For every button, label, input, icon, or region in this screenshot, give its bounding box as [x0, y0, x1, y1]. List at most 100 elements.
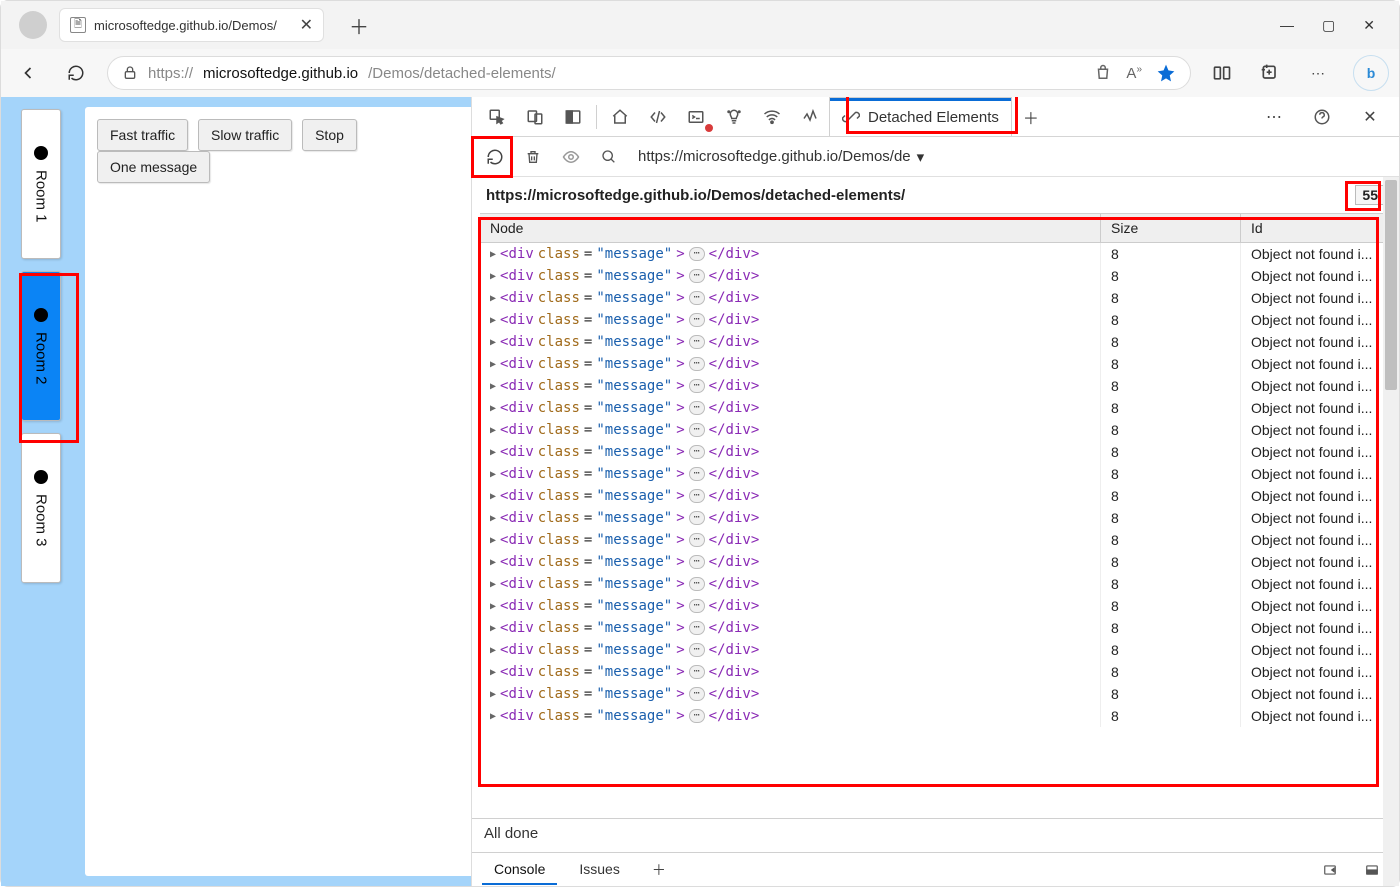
expand-triangle-icon[interactable]: ▶ [490, 711, 496, 722]
sources-tab-icon[interactable] [715, 100, 753, 134]
expand-triangle-icon[interactable]: ▶ [490, 359, 496, 370]
ellipsis-icon[interactable]: ⋯ [689, 401, 705, 415]
ellipsis-icon[interactable]: ⋯ [689, 555, 705, 569]
table-row[interactable]: ▶<div class="message">⋯</div>8Object not… [480, 573, 1391, 595]
ellipsis-icon[interactable]: ⋯ [689, 687, 705, 701]
table-row[interactable]: ▶<div class="message">⋯</div>8Object not… [480, 639, 1391, 661]
device-emulation-icon[interactable] [516, 100, 554, 134]
table-row[interactable]: ▶<div class="message">⋯</div>8Object not… [480, 419, 1391, 441]
ellipsis-icon[interactable]: ⋯ [689, 511, 705, 525]
dock-side-icon[interactable] [554, 100, 592, 134]
table-row[interactable]: ▶<div class="message">⋯</div>8Object not… [480, 331, 1391, 353]
ellipsis-icon[interactable]: ⋯ [689, 665, 705, 679]
col-id[interactable]: Id [1241, 214, 1391, 242]
favorite-star-icon[interactable] [1156, 63, 1176, 83]
ellipsis-icon[interactable]: ⋯ [689, 247, 705, 261]
expand-triangle-icon[interactable]: ▶ [490, 557, 496, 568]
col-size[interactable]: Size [1101, 214, 1241, 242]
expand-triangle-icon[interactable]: ▶ [490, 425, 496, 436]
table-row[interactable]: ▶<div class="message">⋯</div>8Object not… [480, 353, 1391, 375]
delete-icon[interactable] [516, 140, 550, 174]
minimize-button[interactable]: — [1280, 17, 1294, 34]
collections-icon[interactable] [1253, 56, 1287, 90]
frame-selector[interactable]: https://microsoftedge.github.io/Demos/de… [638, 148, 924, 166]
col-node[interactable]: Node [480, 214, 1101, 242]
table-row[interactable]: ▶<div class="message">⋯</div>8Object not… [480, 463, 1391, 485]
ellipsis-icon[interactable]: ⋯ [689, 467, 705, 481]
expand-triangle-icon[interactable]: ▶ [490, 513, 496, 524]
table-row[interactable]: ▶<div class="message">⋯</div>8Object not… [480, 485, 1391, 507]
performance-tab-icon[interactable] [791, 100, 829, 134]
slow-traffic-button[interactable]: Slow traffic [198, 119, 292, 151]
console-tab-icon[interactable] [677, 100, 715, 134]
refresh-button[interactable] [59, 56, 93, 90]
ellipsis-icon[interactable]: ⋯ [689, 621, 705, 635]
analyze-button[interactable] [478, 140, 512, 174]
expand-triangle-icon[interactable]: ▶ [490, 601, 496, 612]
search-icon[interactable] [592, 140, 626, 174]
back-button[interactable] [11, 56, 45, 90]
table-row[interactable]: ▶<div class="message">⋯</div>8Object not… [480, 397, 1391, 419]
browser-tab[interactable]: 🗎 microsoftedge.github.io/Demos/ ✕ [59, 8, 324, 42]
welcome-tab-icon[interactable] [601, 100, 639, 134]
expand-triangle-icon[interactable]: ▶ [490, 315, 496, 326]
expand-triangle-icon[interactable]: ▶ [490, 469, 496, 480]
expand-triangle-icon[interactable]: ▶ [490, 249, 496, 260]
ellipsis-icon[interactable]: ⋯ [689, 335, 705, 349]
expand-triangle-icon[interactable]: ▶ [490, 293, 496, 304]
devtools-scrollbar-track[interactable] [1383, 177, 1399, 886]
read-aloud-icon[interactable]: A» [1126, 64, 1142, 82]
inspect-element-icon[interactable] [478, 100, 516, 134]
ellipsis-icon[interactable]: ⋯ [689, 357, 705, 371]
ellipsis-icon[interactable]: ⋯ [689, 577, 705, 591]
ellipsis-icon[interactable]: ⋯ [689, 313, 705, 327]
devtools-help-icon[interactable] [1303, 100, 1341, 134]
expand-triangle-icon[interactable]: ▶ [490, 667, 496, 678]
ellipsis-icon[interactable]: ⋯ [689, 643, 705, 657]
profile-avatar[interactable] [19, 11, 47, 39]
table-row[interactable]: ▶<div class="message">⋯</div>8Object not… [480, 309, 1391, 331]
expand-triangle-icon[interactable]: ▶ [490, 579, 496, 590]
ellipsis-icon[interactable]: ⋯ [689, 533, 705, 547]
new-tab-button[interactable]: ＋ [342, 8, 376, 42]
table-row[interactable]: ▶<div class="message">⋯</div>8Object not… [480, 705, 1391, 727]
expand-triangle-icon[interactable]: ▶ [490, 337, 496, 348]
shopping-icon[interactable] [1094, 64, 1112, 82]
one-message-button[interactable]: One message [97, 151, 210, 183]
ellipsis-icon[interactable]: ⋯ [689, 599, 705, 613]
expand-triangle-icon[interactable]: ▶ [490, 689, 496, 700]
network-tab-icon[interactable] [753, 100, 791, 134]
ellipsis-icon[interactable]: ⋯ [689, 423, 705, 437]
drawer-console-tab[interactable]: Console [482, 855, 557, 885]
split-screen-icon[interactable] [1205, 56, 1239, 90]
table-row[interactable]: ▶<div class="message">⋯</div>8Object not… [480, 287, 1391, 309]
close-tab-icon[interactable]: ✕ [300, 15, 313, 35]
table-row[interactable]: ▶<div class="message">⋯</div>8Object not… [480, 529, 1391, 551]
ellipsis-icon[interactable]: ⋯ [689, 379, 705, 393]
ellipsis-icon[interactable]: ⋯ [689, 445, 705, 459]
table-row[interactable]: ▶<div class="message">⋯</div>8Object not… [480, 683, 1391, 705]
table-row[interactable]: ▶<div class="message">⋯</div>8Object not… [480, 243, 1391, 265]
devtools-scrollbar-thumb[interactable] [1385, 180, 1397, 390]
stop-button[interactable]: Stop [302, 119, 357, 151]
ellipsis-icon[interactable]: ⋯ [689, 291, 705, 305]
ellipsis-icon[interactable]: ⋯ [689, 489, 705, 503]
ellipsis-icon[interactable]: ⋯ [689, 709, 705, 723]
table-row[interactable]: ▶<div class="message">⋯</div>8Object not… [480, 551, 1391, 573]
room-tab-3[interactable]: Room 3 [21, 433, 61, 583]
url-input[interactable]: https://microsoftedge.github.io/Demos/de… [107, 56, 1191, 90]
ellipsis-icon[interactable]: ⋯ [689, 269, 705, 283]
maximize-button[interactable]: ▢ [1322, 17, 1335, 34]
detached-elements-tab[interactable]: Detached Elements [829, 97, 1012, 136]
expand-triangle-icon[interactable]: ▶ [490, 403, 496, 414]
close-window-button[interactable]: ✕ [1363, 17, 1375, 34]
devtools-more-icon[interactable]: ⋯ [1255, 100, 1293, 134]
table-row[interactable]: ▶<div class="message">⋯</div>8Object not… [480, 441, 1391, 463]
expand-triangle-icon[interactable]: ▶ [490, 645, 496, 656]
expand-triangle-icon[interactable]: ▶ [490, 535, 496, 546]
fast-traffic-button[interactable]: Fast traffic [97, 119, 188, 151]
devtools-close-icon[interactable]: ✕ [1351, 100, 1389, 134]
more-menu-icon[interactable]: ⋯ [1301, 56, 1335, 90]
table-row[interactable]: ▶<div class="message">⋯</div>8Object not… [480, 617, 1391, 639]
elements-tab-icon[interactable] [639, 100, 677, 134]
